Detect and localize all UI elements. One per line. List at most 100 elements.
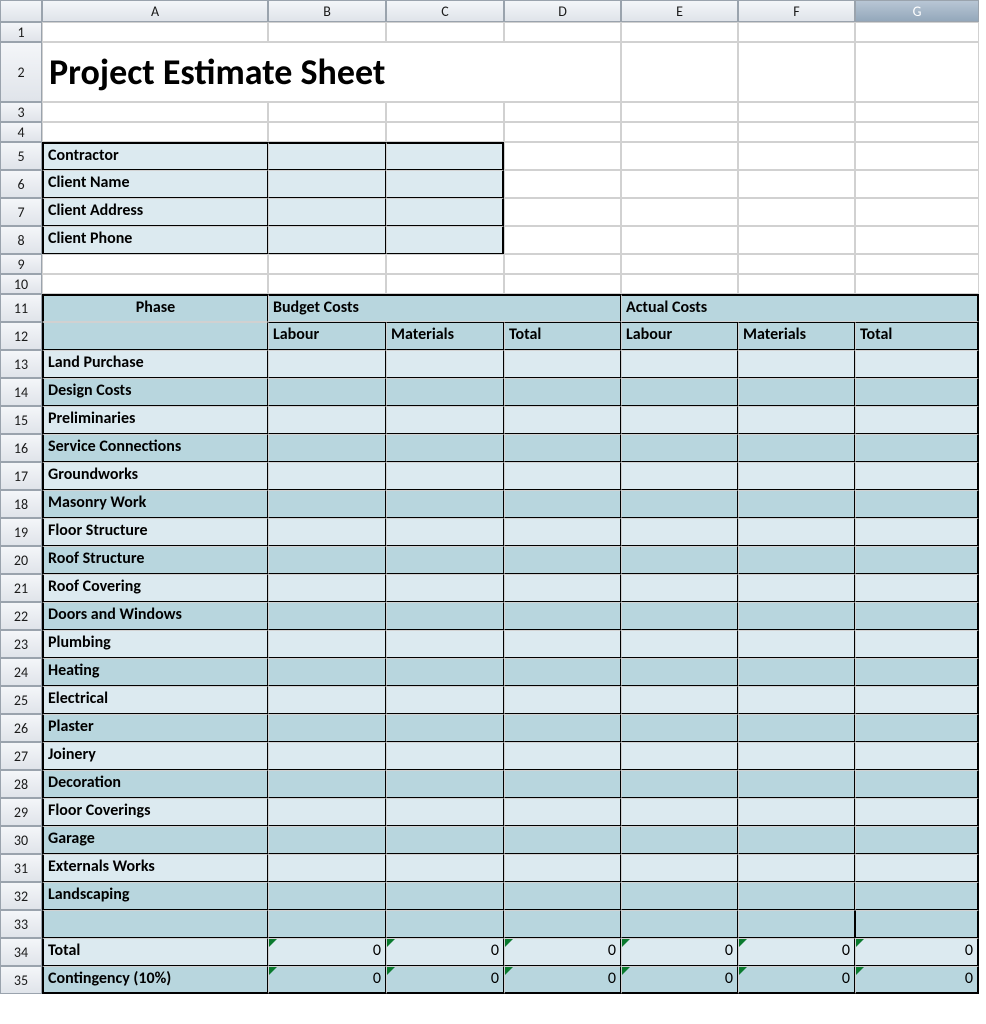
phase-cell-C27[interactable] (386, 742, 504, 770)
cell-D6[interactable] (504, 170, 621, 198)
phase-cell-E23[interactable] (621, 630, 738, 658)
row-header-17[interactable]: 17 (0, 462, 42, 490)
client-info-b-8[interactable] (268, 226, 386, 254)
phase-cell-D29[interactable] (504, 798, 621, 826)
phase-cell-D20[interactable] (504, 546, 621, 574)
cell-C10[interactable] (386, 274, 504, 294)
row-header-15[interactable]: 15 (0, 406, 42, 434)
total-E[interactable]: 0 (621, 938, 738, 966)
column-header-E[interactable]: E (621, 0, 738, 22)
row-header-31[interactable]: 31 (0, 854, 42, 882)
cell-B9[interactable] (268, 254, 386, 274)
phase-cell-C14[interactable] (386, 378, 504, 406)
phase-cell-E21[interactable] (621, 574, 738, 602)
row-header-22[interactable]: 22 (0, 602, 42, 630)
phase-cell-E28[interactable] (621, 770, 738, 798)
phase-cell-F28[interactable] (738, 770, 855, 798)
row-header-33[interactable]: 33 (0, 910, 42, 938)
phase-cell-B32[interactable] (268, 882, 386, 910)
row-header-9[interactable]: 9 (0, 254, 42, 274)
phase-cell-G22[interactable] (855, 602, 979, 630)
phase-cell-F17[interactable] (738, 462, 855, 490)
row-header-11[interactable]: 11 (0, 294, 42, 322)
phase-cell-E14[interactable] (621, 378, 738, 406)
phase-cell-F32[interactable] (738, 882, 855, 910)
phase-cell-B21[interactable] (268, 574, 386, 602)
phase-cell-D28[interactable] (504, 770, 621, 798)
cell-F9[interactable] (738, 254, 855, 274)
cell-G8[interactable] (855, 226, 979, 254)
cell-F8[interactable] (738, 226, 855, 254)
row-header-18[interactable]: 18 (0, 490, 42, 518)
phase-cell-F29[interactable] (738, 798, 855, 826)
phase-cell-F15[interactable] (738, 406, 855, 434)
phase-cell-D23[interactable] (504, 630, 621, 658)
cell-E9[interactable] (621, 254, 738, 274)
phase-cell-F13[interactable] (738, 350, 855, 378)
row-header-4[interactable]: 4 (0, 122, 42, 142)
row-header-19[interactable]: 19 (0, 518, 42, 546)
row-header-12[interactable]: 12 (0, 322, 42, 350)
phase-cell-E25[interactable] (621, 686, 738, 714)
phase-cell-F23[interactable] (738, 630, 855, 658)
cell-D7[interactable] (504, 198, 621, 226)
client-info-c-7[interactable] (386, 198, 504, 226)
phase-cell-C13[interactable] (386, 350, 504, 378)
column-header-C[interactable]: C (386, 0, 504, 22)
phase-cell-D31[interactable] (504, 854, 621, 882)
row-header-20[interactable]: 20 (0, 546, 42, 574)
phase-cell-C22[interactable] (386, 602, 504, 630)
phase-cell-D14[interactable] (504, 378, 621, 406)
row-header-23[interactable]: 23 (0, 630, 42, 658)
phase-cell-C17[interactable] (386, 462, 504, 490)
cell-A4[interactable] (42, 122, 268, 142)
cell-E7[interactable] (621, 198, 738, 226)
phase-cell-C24[interactable] (386, 658, 504, 686)
cell-B4[interactable] (268, 122, 386, 142)
phase-cell-B15[interactable] (268, 406, 386, 434)
row-header-27[interactable]: 27 (0, 742, 42, 770)
phase-cell-C25[interactable] (386, 686, 504, 714)
phase-cell-C26[interactable] (386, 714, 504, 742)
phase-cell-B18[interactable] (268, 490, 386, 518)
cell-A1[interactable] (42, 22, 268, 42)
phase-cell-C31[interactable] (386, 854, 504, 882)
phase-cell-D26[interactable] (504, 714, 621, 742)
phase-cell-E20[interactable] (621, 546, 738, 574)
row-header-10[interactable]: 10 (0, 274, 42, 294)
client-info-c-8[interactable] (386, 226, 504, 254)
phase-cell-B22[interactable] (268, 602, 386, 630)
phase-cell-B24[interactable] (268, 658, 386, 686)
row-header-13[interactable]: 13 (0, 350, 42, 378)
phase-cell-G28[interactable] (855, 770, 979, 798)
cell-F2[interactable] (738, 42, 855, 102)
phase-cell-G17[interactable] (855, 462, 979, 490)
phase-cell-F14[interactable] (738, 378, 855, 406)
phase-cell-D30[interactable] (504, 826, 621, 854)
phase-cell-C21[interactable] (386, 574, 504, 602)
total-F[interactable]: 0 (738, 938, 855, 966)
phase-cell-G18[interactable] (855, 490, 979, 518)
cell-A9[interactable] (42, 254, 268, 274)
row-header-21[interactable]: 21 (0, 574, 42, 602)
phase-cell-D24[interactable] (504, 658, 621, 686)
phase-cell-D32[interactable] (504, 882, 621, 910)
phase-cell-D21[interactable] (504, 574, 621, 602)
cell-D5[interactable] (504, 142, 621, 170)
phase-cell-G26[interactable] (855, 714, 979, 742)
client-info-b-7[interactable] (268, 198, 386, 226)
contingency-C[interactable]: 0 (386, 966, 504, 994)
phase-cell-F25[interactable] (738, 686, 855, 714)
cell-G1[interactable] (855, 22, 979, 42)
phase-cell-D15[interactable] (504, 406, 621, 434)
phase-cell-E16[interactable] (621, 434, 738, 462)
phase-cell-G21[interactable] (855, 574, 979, 602)
phase-cell-E27[interactable] (621, 742, 738, 770)
phase-cell-G14[interactable] (855, 378, 979, 406)
row-header-24[interactable]: 24 (0, 658, 42, 686)
row-header-35[interactable]: 35 (0, 966, 42, 994)
phase-cell-B16[interactable] (268, 434, 386, 462)
contingency-B[interactable]: 0 (268, 966, 386, 994)
cell-F6[interactable] (738, 170, 855, 198)
phase-cell-C29[interactable] (386, 798, 504, 826)
